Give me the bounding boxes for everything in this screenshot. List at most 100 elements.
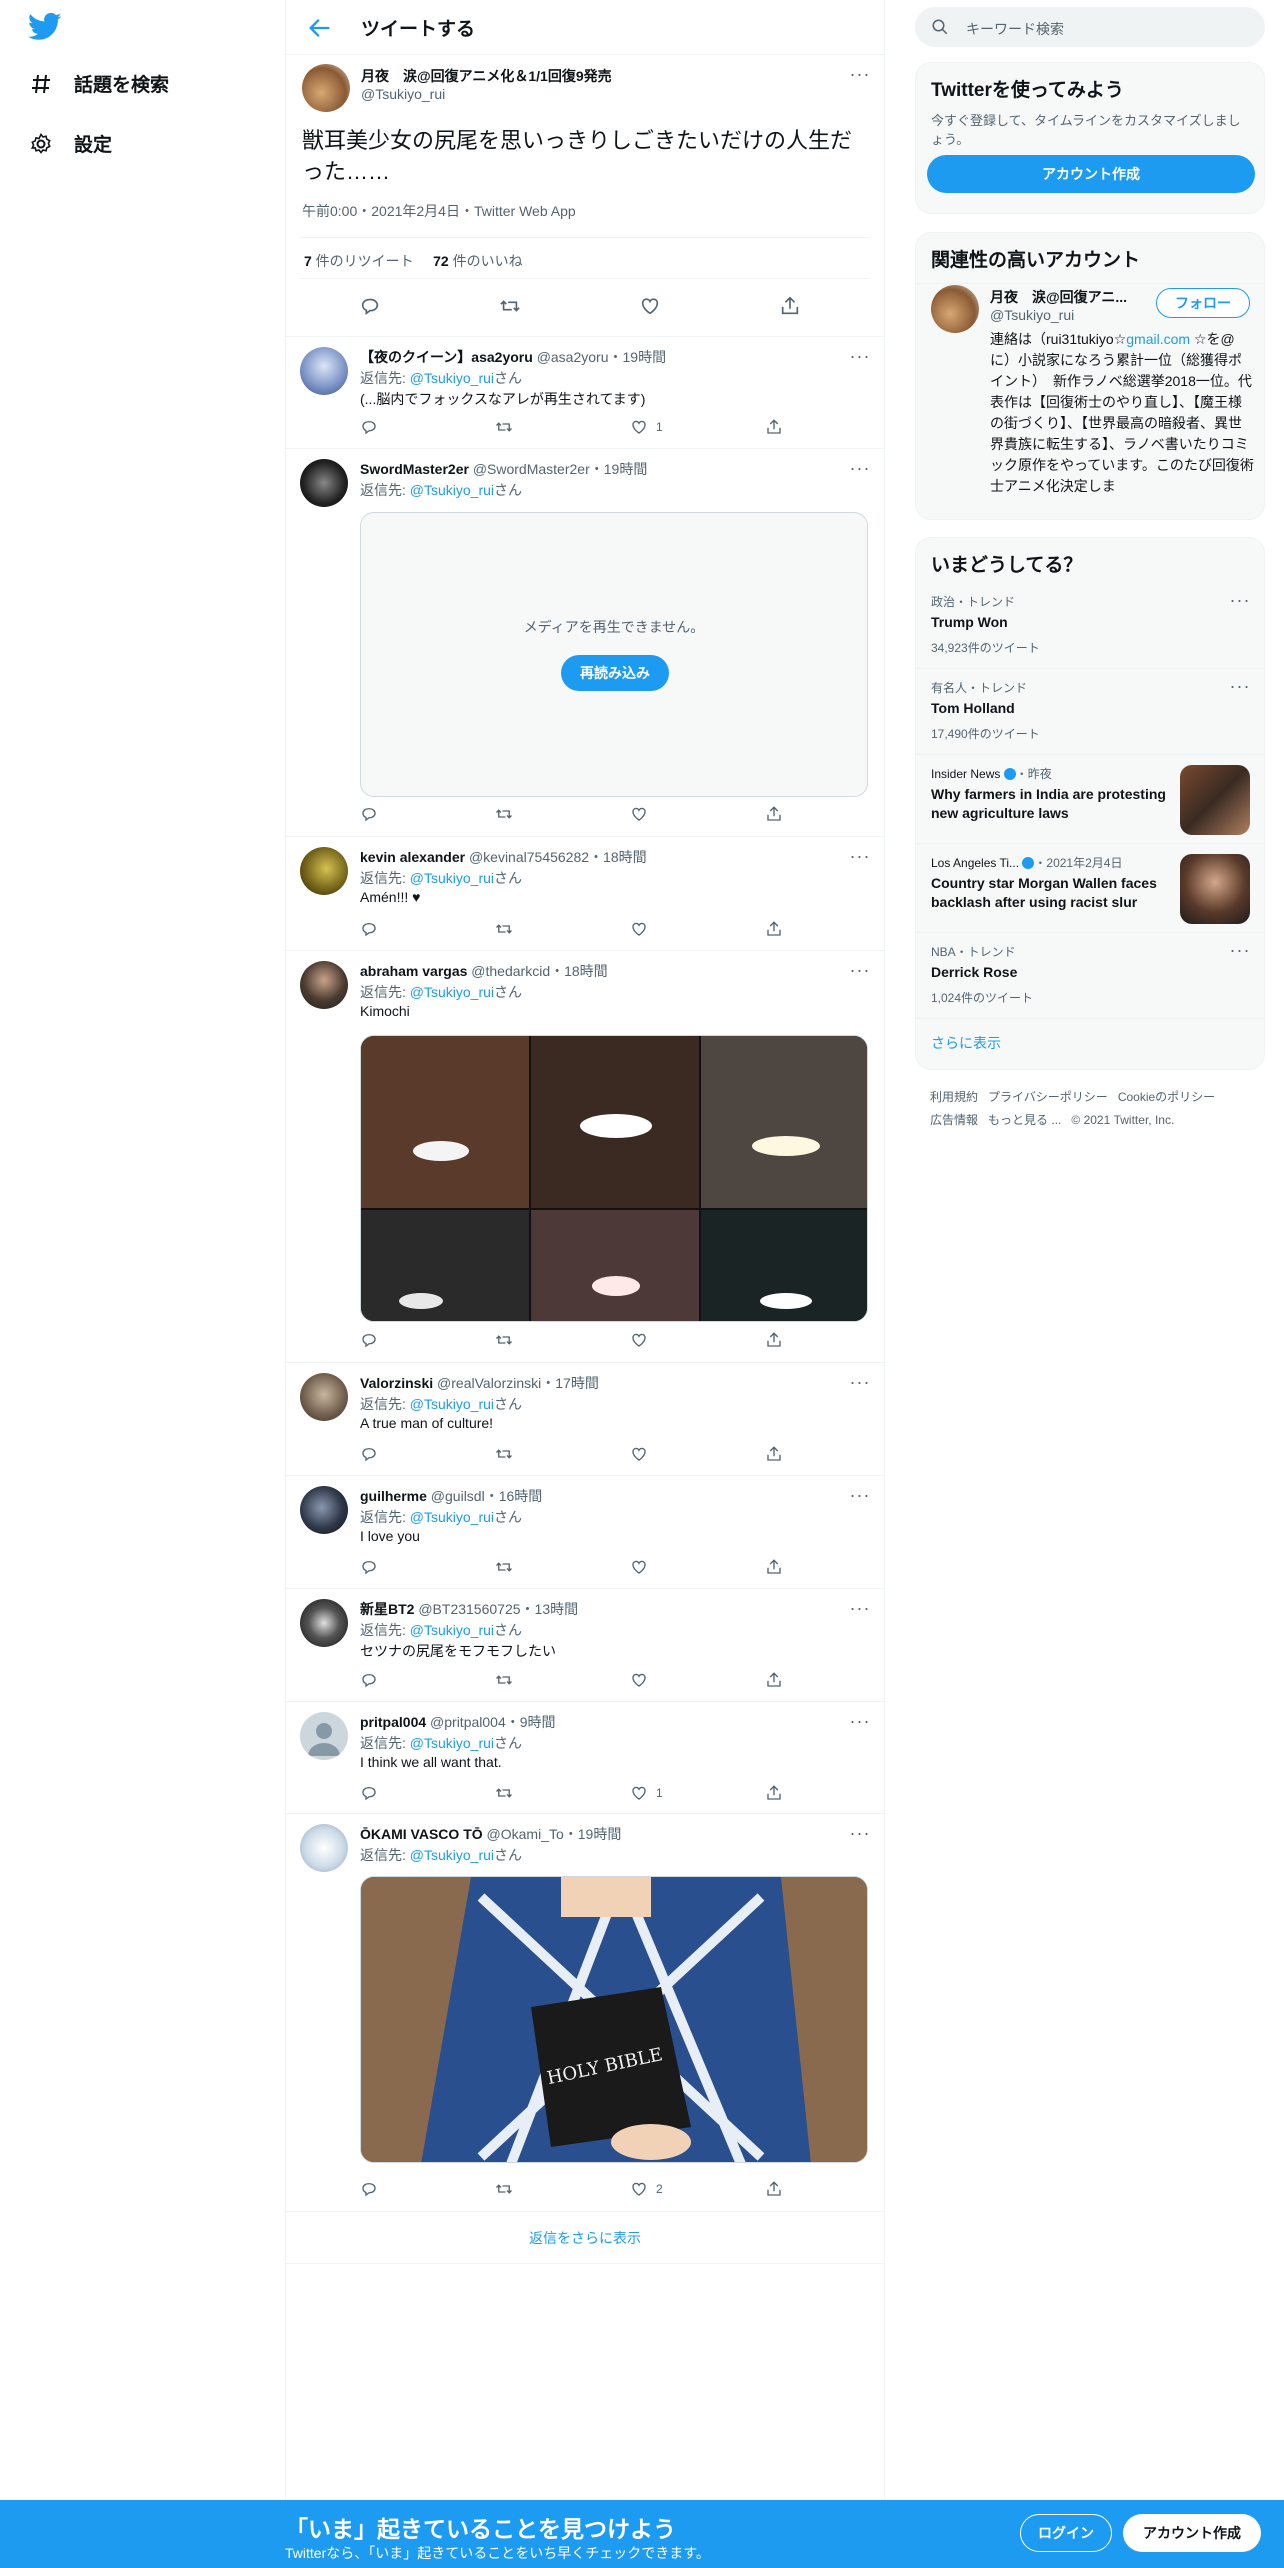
reply-time[interactable]: 9時間 bbox=[520, 1714, 556, 1730]
reply-icon[interactable] bbox=[360, 1558, 378, 1576]
share-icon[interactable] bbox=[765, 1445, 783, 1463]
avatar[interactable] bbox=[302, 64, 350, 112]
nav-explore[interactable]: 話題を検索 bbox=[28, 70, 169, 97]
retweet-icon[interactable] bbox=[495, 1558, 513, 1576]
share-icon[interactable] bbox=[765, 1331, 783, 1349]
like-icon[interactable] bbox=[630, 1671, 648, 1689]
more-options-icon[interactable]: ··· bbox=[1228, 591, 1252, 611]
reply-to-handle[interactable]: @Tsukiyo_rui bbox=[410, 1509, 494, 1525]
reply-author-handle[interactable]: @realValorzinski bbox=[437, 1375, 541, 1391]
share-icon[interactable] bbox=[779, 295, 801, 317]
retweet-icon[interactable] bbox=[495, 920, 513, 938]
reply-author-handle[interactable]: @guilsdl bbox=[431, 1488, 485, 1504]
reply-to-handle[interactable]: @Tsukiyo_rui bbox=[410, 482, 494, 498]
avatar[interactable] bbox=[931, 285, 979, 333]
share-icon[interactable] bbox=[765, 1558, 783, 1576]
reply-author-handle[interactable]: @kevinal75456282 bbox=[469, 849, 589, 865]
more-options-icon[interactable]: ··· bbox=[848, 1373, 872, 1393]
reply-tweet[interactable]: ŌKAMI VASCO TŌ @Okami_To・19時間 ··· 返信先: @… bbox=[286, 1814, 884, 2212]
reply-author-handle[interactable]: @Okami_To bbox=[487, 1826, 564, 1842]
reply-time[interactable]: 19時間 bbox=[604, 461, 648, 477]
reply-icon[interactable] bbox=[360, 1671, 378, 1689]
trend-item[interactable]: NBA・トレンド Derrick Rose 1,024件のツイート ··· bbox=[916, 933, 1264, 1019]
reply-author-name[interactable]: ŌKAMI VASCO TŌ bbox=[360, 1826, 483, 1842]
reply-to-handle[interactable]: @Tsukiyo_rui bbox=[410, 1622, 494, 1638]
more-options-icon[interactable]: ··· bbox=[848, 1486, 872, 1506]
reply-time[interactable]: 13時間 bbox=[535, 1601, 579, 1617]
reply-to-handle[interactable]: @Tsukiyo_rui bbox=[410, 370, 494, 386]
reply-author-name[interactable]: 【夜のクイーン】asa2yoru bbox=[360, 349, 533, 365]
like-stat[interactable]: 72 件のいいね bbox=[433, 253, 522, 269]
footer-cookies[interactable]: Cookieのポリシー bbox=[1118, 1090, 1215, 1104]
reply-author-handle[interactable]: @thedarkcid bbox=[471, 963, 550, 979]
reply-icon[interactable] bbox=[360, 805, 378, 823]
reply-time[interactable]: 19時間 bbox=[623, 349, 667, 365]
more-options-icon[interactable]: ··· bbox=[1228, 941, 1252, 961]
reply-author-name[interactable]: SwordMaster2er bbox=[360, 461, 469, 477]
reply-author-name[interactable]: Valorzinski bbox=[360, 1375, 433, 1391]
reply-to-handle[interactable]: @Tsukiyo_rui bbox=[410, 1735, 494, 1751]
reply-icon[interactable] bbox=[360, 1331, 378, 1349]
reply-image[interactable]: HOLY BIBLE bbox=[360, 1876, 868, 2163]
reload-button[interactable]: 再読み込み bbox=[561, 655, 669, 691]
reply-author-handle[interactable]: @BT231560725 bbox=[418, 1601, 520, 1617]
news-item[interactable]: Insider News ・昨夜 Why farmers in India ar… bbox=[916, 755, 1264, 844]
more-options-icon[interactable]: ··· bbox=[848, 459, 872, 479]
author-handle[interactable]: @Tsukiyo_rui bbox=[361, 86, 445, 102]
more-options-icon[interactable]: ··· bbox=[848, 847, 872, 867]
more-options-icon[interactable]: ··· bbox=[848, 347, 872, 367]
like-icon[interactable] bbox=[630, 1558, 648, 1576]
retweet-icon[interactable] bbox=[499, 295, 521, 317]
default-avatar-icon[interactable] bbox=[300, 1712, 348, 1760]
reply-author-handle[interactable]: @pritpal004 bbox=[430, 1714, 506, 1730]
reply-to-handle[interactable]: @Tsukiyo_rui bbox=[410, 1396, 494, 1412]
more-options-icon[interactable]: ··· bbox=[848, 1712, 872, 1732]
author-name[interactable]: 月夜 涙@回復アニメ化＆1/1回復9発売 bbox=[361, 66, 612, 86]
avatar[interactable] bbox=[300, 1486, 348, 1534]
account-name[interactable]: 月夜 涙@回復アニ... bbox=[990, 287, 1127, 307]
login-button[interactable]: ログイン bbox=[1020, 2514, 1112, 2552]
twitter-bird-icon[interactable] bbox=[28, 12, 62, 42]
reply-tweet[interactable]: abraham vargas @thedarkcid・18時間 ··· 返信先:… bbox=[286, 951, 884, 1363]
reply-icon[interactable] bbox=[360, 2180, 378, 2198]
share-icon[interactable] bbox=[765, 1671, 783, 1689]
like-icon[interactable] bbox=[639, 295, 661, 317]
more-options-icon[interactable]: ··· bbox=[1228, 677, 1252, 697]
like-icon[interactable]: 1 bbox=[630, 1784, 663, 1802]
retweet-icon[interactable] bbox=[495, 2180, 513, 2198]
like-icon[interactable] bbox=[630, 920, 648, 938]
like-icon[interactable] bbox=[630, 1331, 648, 1349]
like-icon[interactable] bbox=[630, 805, 648, 823]
like-icon[interactable]: 1 bbox=[630, 418, 663, 436]
reply-to-handle[interactable]: @Tsukiyo_rui bbox=[410, 870, 494, 886]
reply-tweet[interactable]: kevin alexander @kevinal75456282・18時間 ··… bbox=[286, 837, 884, 951]
more-options-icon[interactable]: ··· bbox=[848, 1599, 872, 1619]
avatar[interactable] bbox=[300, 1373, 348, 1421]
reply-time[interactable]: 17時間 bbox=[555, 1375, 599, 1391]
reply-author-name[interactable]: 新星BT2 bbox=[360, 1601, 414, 1617]
like-icon[interactable]: 2 bbox=[630, 2180, 663, 2198]
reply-icon[interactable] bbox=[360, 1445, 378, 1463]
retweet-stat[interactable]: 7 件のリツイート bbox=[304, 253, 414, 269]
reply-author-name[interactable]: pritpal004 bbox=[360, 1714, 426, 1730]
share-icon[interactable] bbox=[765, 805, 783, 823]
reply-tweet[interactable]: 新星BT2 @BT231560725・13時間 ··· 返信先: @Tsukiy… bbox=[286, 1589, 884, 1702]
reply-icon[interactable] bbox=[360, 418, 378, 436]
reply-time[interactable]: 18時間 bbox=[603, 849, 647, 865]
trend-item[interactable]: 政治・トレンド Trump Won 34,923件のツイート ··· bbox=[916, 583, 1264, 669]
reply-icon[interactable] bbox=[360, 1784, 378, 1802]
reply-time[interactable]: 18時間 bbox=[564, 963, 608, 979]
signup-button[interactable]: アカウント作成 bbox=[1123, 2514, 1261, 2552]
share-icon[interactable] bbox=[765, 418, 783, 436]
retweet-icon[interactable] bbox=[495, 805, 513, 823]
share-icon[interactable] bbox=[765, 920, 783, 938]
more-options-icon[interactable]: ··· bbox=[848, 65, 872, 85]
avatar[interactable] bbox=[300, 847, 348, 895]
avatar[interactable] bbox=[300, 1599, 348, 1647]
trends-show-more[interactable]: さらに表示 bbox=[931, 1033, 1001, 1053]
avatar[interactable] bbox=[300, 1824, 348, 1872]
tweet-meta[interactable]: 午前0:00・2021年2月4日・Twitter Web App bbox=[302, 201, 576, 221]
trend-item[interactable]: 有名人・トレンド Tom Holland 17,490件のツイート ··· bbox=[916, 669, 1264, 755]
retweet-icon[interactable] bbox=[495, 1784, 513, 1802]
create-account-button[interactable]: アカウント作成 bbox=[927, 155, 1255, 193]
